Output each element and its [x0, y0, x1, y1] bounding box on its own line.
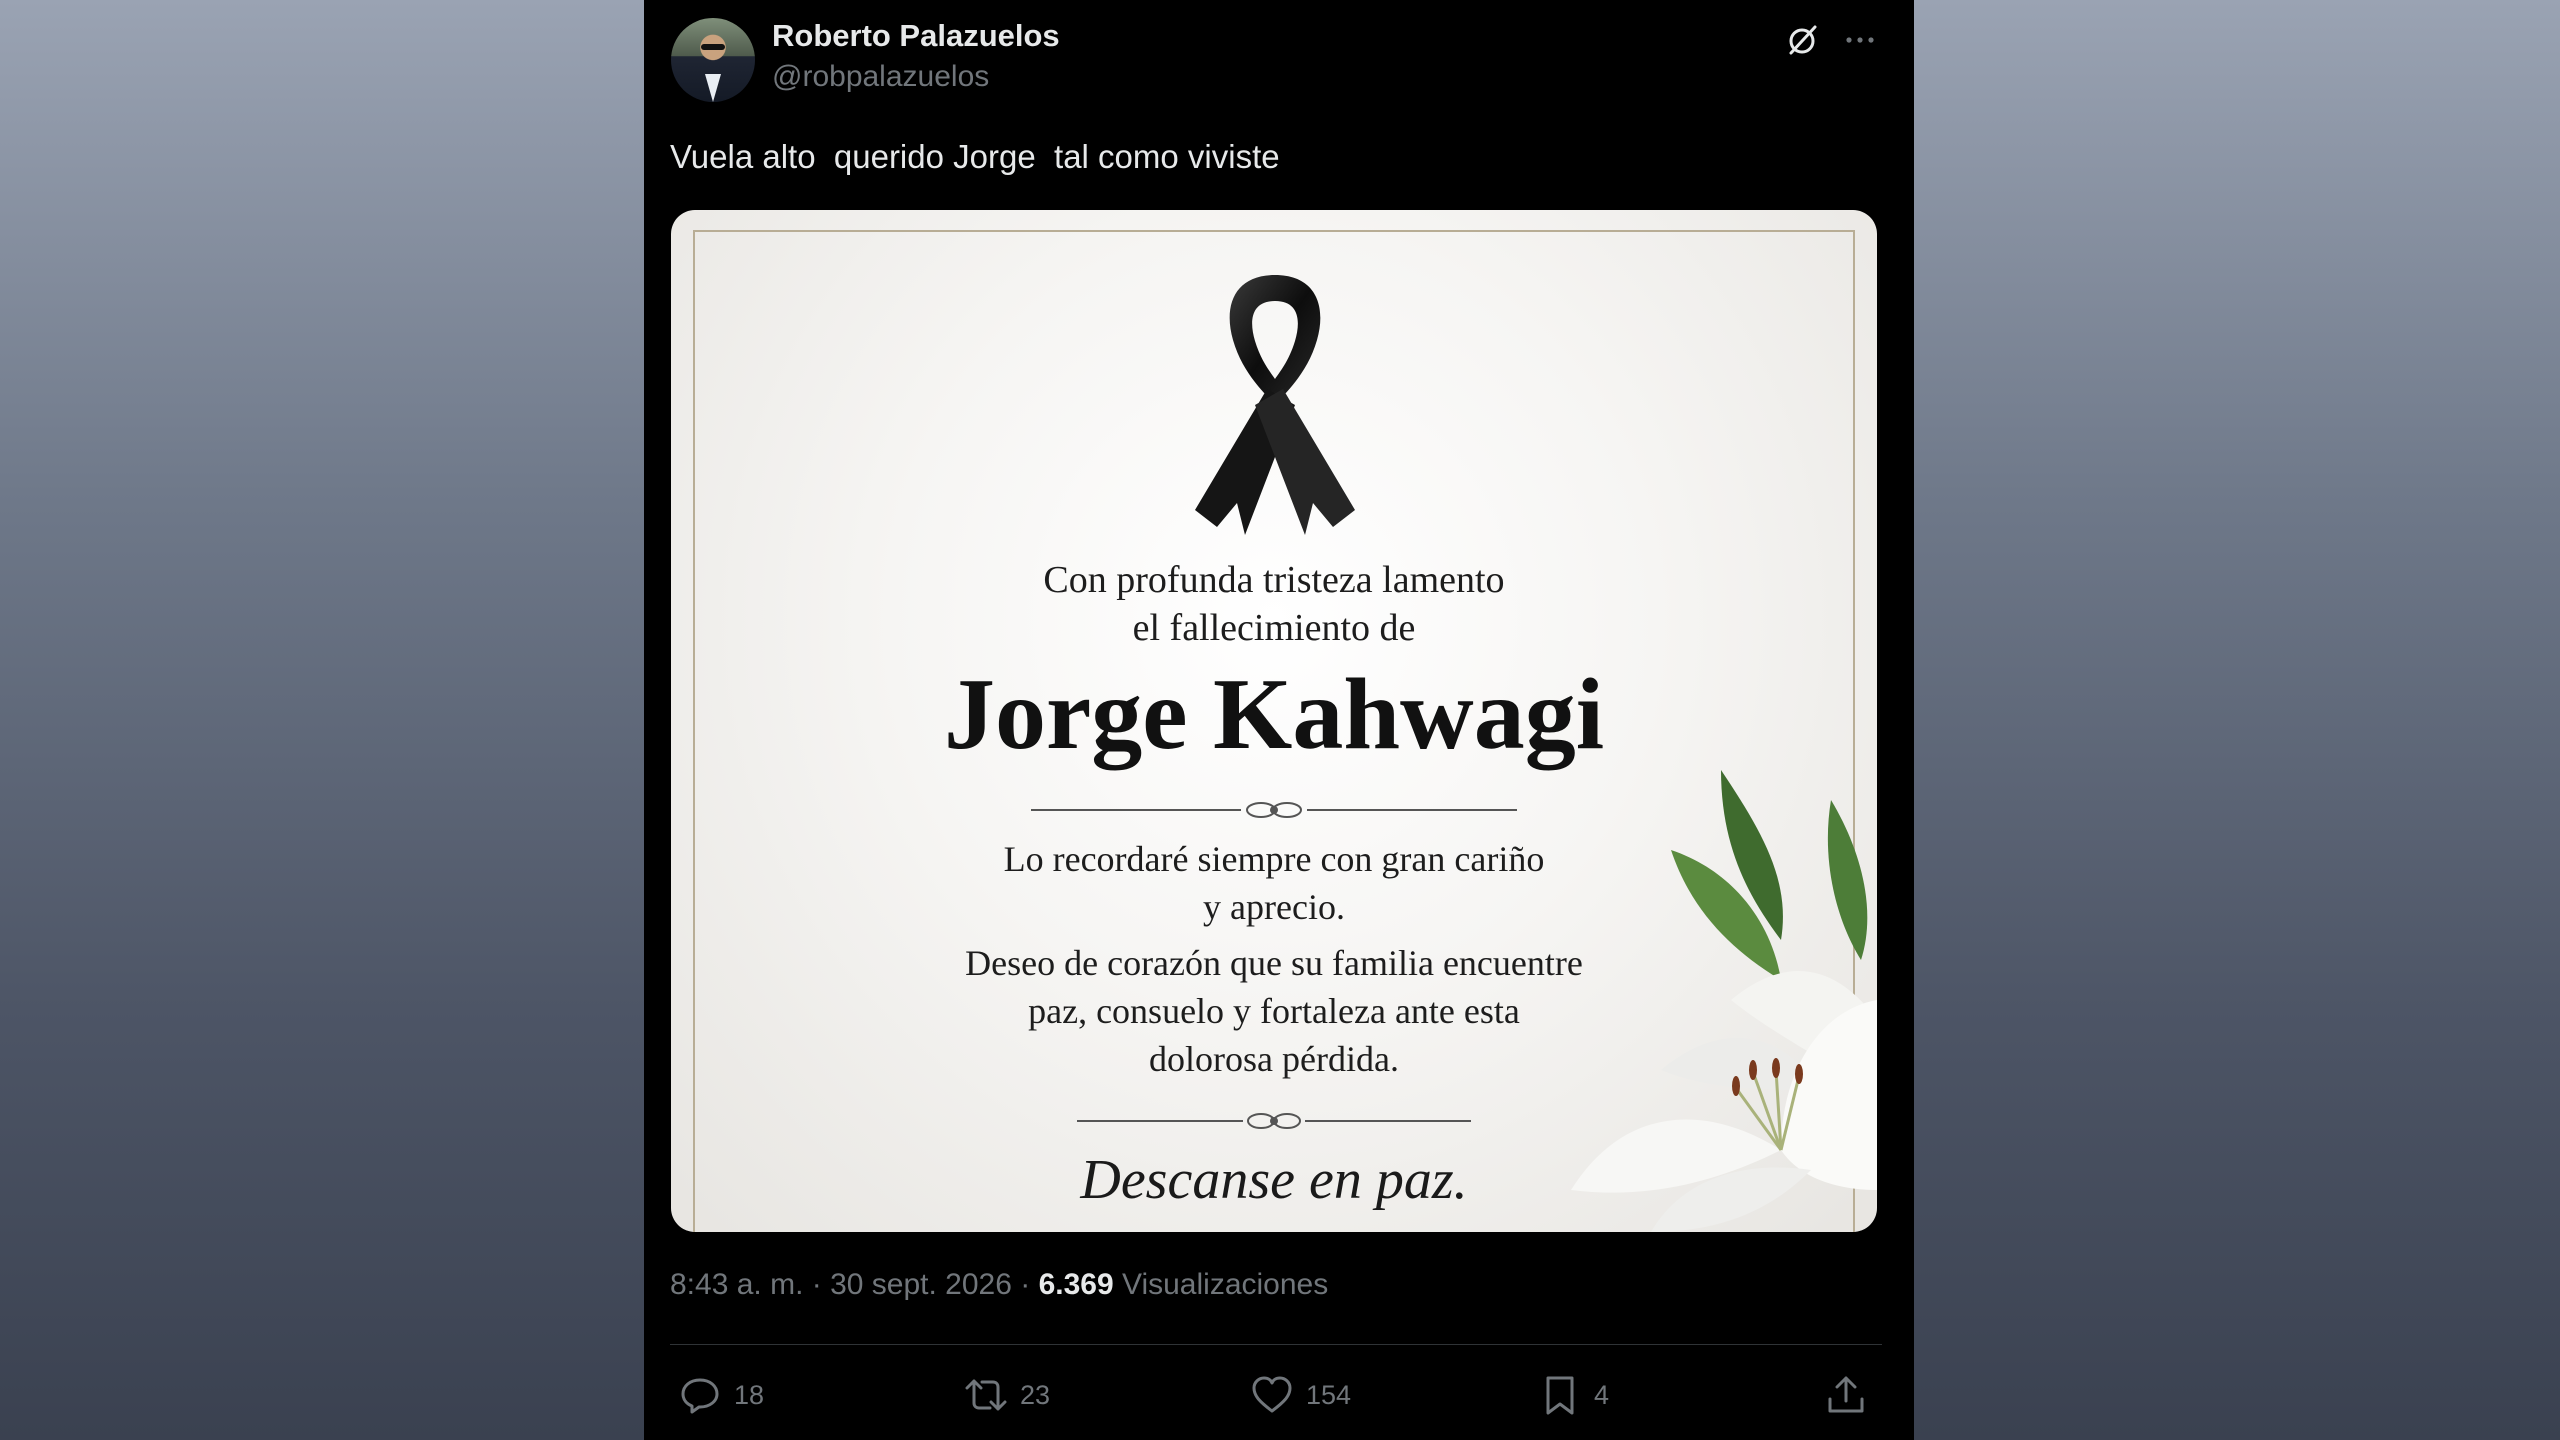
meta-separator: ·	[803, 1268, 831, 1301]
mourning-ribbon-icon	[1195, 275, 1355, 535]
tweet-metadata: 8:43 a. m. · 30 sept. 2026 · 6.369 Visua…	[670, 1268, 1328, 1302]
like-icon	[1252, 1376, 1292, 1413]
views-count: 6.369	[1038, 1268, 1114, 1301]
grok-icon[interactable]	[1782, 20, 1822, 60]
action-bar: 18 23 154 4	[644, 1370, 1914, 1420]
tweet-card: Roberto Palazuelos @robpalazuelos Vuela …	[644, 0, 1914, 1440]
more-icon[interactable]	[1840, 20, 1880, 60]
avatar-shirt	[705, 74, 721, 102]
tweet-text: Vuela alto querido Jorge tal como vivist…	[670, 138, 1280, 175]
like-button[interactable]: 154	[1250, 1370, 1351, 1420]
share-icon	[1828, 1376, 1864, 1413]
deceased-name: Jorge Kahwagi	[943, 658, 1605, 771]
card-line-1: Con profunda tristeza lamento	[1043, 559, 1505, 601]
author-name[interactable]: Roberto Palazuelos	[772, 18, 1060, 54]
card-line-2: el fallecimiento de	[1132, 607, 1416, 649]
meta-separator: ·	[1011, 1268, 1039, 1301]
bookmark-count: 4	[1594, 1379, 1610, 1410]
retweet-count: 23	[1020, 1379, 1051, 1410]
views-label: Visualizaciones	[1113, 1268, 1329, 1301]
reply-count: 18	[734, 1379, 765, 1410]
tweet-date[interactable]: 30 sept. 2026	[830, 1268, 1012, 1301]
tweet-media-image[interactable]: Con profunda tristeza lamento el falleci…	[671, 210, 1877, 1232]
author-handle[interactable]: @robpalazuelos	[772, 60, 989, 94]
bookmark-button[interactable]: 4	[1538, 1370, 1609, 1420]
divider	[670, 1344, 1882, 1345]
tweet-time[interactable]: 8:43 a. m.	[670, 1268, 803, 1301]
like-count: 154	[1306, 1379, 1352, 1410]
lily-flower-icon	[1571, 770, 1877, 1232]
avatar-glasses	[701, 44, 725, 50]
bookmark-icon	[1546, 1376, 1574, 1415]
retweet-button[interactable]: 23	[964, 1370, 1050, 1420]
reply-button[interactable]: 18	[678, 1370, 764, 1420]
share-button[interactable]	[1824, 1370, 1868, 1420]
reply-icon	[681, 1378, 719, 1414]
avatar[interactable]	[671, 18, 755, 102]
retweet-icon	[965, 1379, 1007, 1411]
